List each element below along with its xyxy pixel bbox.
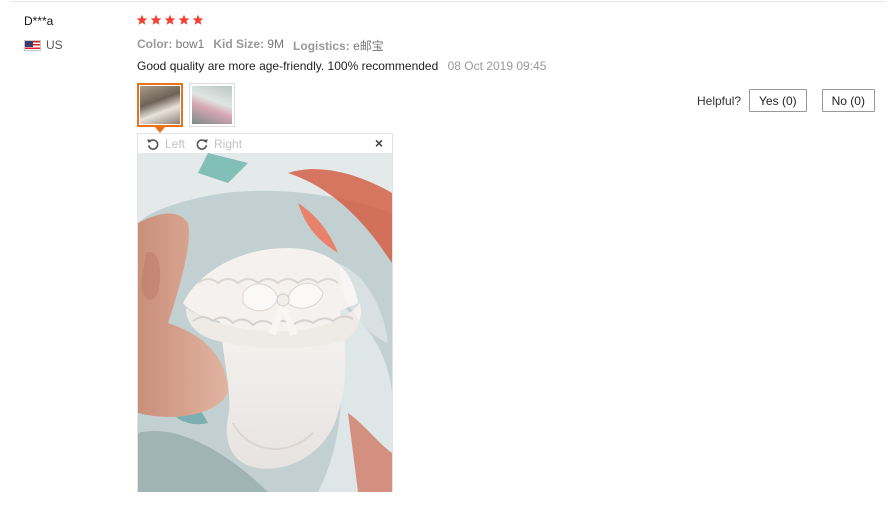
star-icon (164, 14, 176, 25)
attr-logistics: Logistics: e邮宝 (293, 37, 384, 54)
baby-sock-photo (138, 153, 392, 492)
attr-color-value: bow1 (175, 37, 205, 51)
star-icon (178, 14, 190, 25)
buyer-country: US (24, 38, 63, 52)
review-photo-thumb-2[interactable] (189, 83, 235, 127)
review-line: Good quality are more age-friendly. 100%… (137, 59, 546, 73)
buyer-name: D***a (24, 14, 54, 28)
attr-kid-size-value: 9M (267, 37, 285, 51)
order-attributes: Color: bow1 Kid Size: 9M Logistics: e邮宝 (137, 37, 384, 54)
helpful-section: Helpful? Yes (0) No (0) (697, 89, 875, 112)
star-rating (136, 14, 204, 26)
country-code: US (46, 38, 63, 52)
review-photo (138, 153, 392, 492)
helpful-yes-button[interactable]: Yes (0) (749, 89, 807, 112)
attr-kid-size-key: Kid Size: (213, 37, 265, 51)
rotate-left-button[interactable]: Left (146, 137, 185, 151)
review-date: 08 Oct 2019 09:45 (447, 59, 547, 73)
attr-kid-size: Kid Size: 9M (213, 37, 284, 54)
top-divider (10, 1, 886, 2)
rotate-right-button[interactable]: Right (195, 137, 242, 151)
review-text: Good quality are more age-friendly. 100%… (137, 59, 439, 73)
close-icon[interactable]: × (375, 135, 383, 151)
photo-thumbnail-image (140, 86, 180, 124)
attr-color-key: Color: (137, 37, 173, 51)
attr-logistics-value: e邮宝 (353, 39, 384, 53)
photo-viewer: Left Right × (137, 133, 393, 492)
rotate-left-label: Left (165, 136, 186, 151)
star-icon (136, 14, 148, 25)
viewer-toolbar: Left Right × (138, 134, 392, 153)
review-photo-thumb-1[interactable] (137, 83, 183, 127)
photo-thumbnail-image (192, 86, 232, 124)
rotate-right-label: Right (214, 136, 243, 151)
rotate-left-icon (147, 138, 159, 150)
attr-color: Color: bow1 (137, 37, 204, 54)
rotate-right-icon (196, 138, 208, 150)
helpful-label: Helpful? (697, 93, 742, 108)
star-icon (150, 14, 162, 25)
helpful-no-button[interactable]: No (0) (821, 89, 875, 112)
us-flag-icon (24, 39, 41, 51)
attr-logistics-key: Logistics: (293, 39, 350, 53)
star-icon (192, 14, 204, 25)
